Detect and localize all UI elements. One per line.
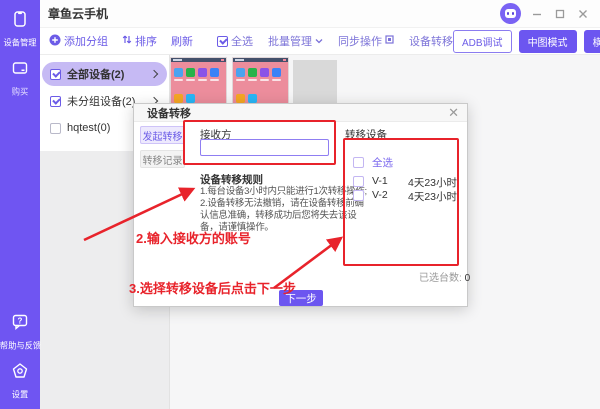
- next-step-button[interactable]: 下一步: [279, 290, 323, 306]
- sidebar-item-label: 购买: [12, 86, 29, 98]
- device-checkbox[interactable]: [353, 190, 364, 201]
- maximize-button[interactable]: [553, 7, 567, 21]
- device-remaining-time: 4天23小时: [408, 189, 457, 204]
- mid-image-mode-button[interactable]: 中图模式: [519, 30, 577, 53]
- sidebar-item-purchase[interactable]: 购买: [11, 59, 29, 98]
- sidebar-item-settings[interactable]: 设置: [11, 362, 29, 401]
- tab-transfer-records[interactable]: 转移记录: [140, 150, 185, 168]
- device-list-row[interactable]: V-2: [353, 189, 388, 201]
- select-all-toggle[interactable]: 全选: [217, 33, 253, 49]
- plus-circle-icon: [49, 34, 61, 49]
- rules-title: 设备转移规则: [200, 172, 263, 187]
- device-checkbox[interactable]: [353, 176, 364, 187]
- group-checkbox[interactable]: [50, 69, 61, 80]
- sidebar: 设备管理 购买 ? 帮助与反馈 设置: [0, 0, 40, 409]
- sidebar-item-device-management[interactable]: 设备管理: [2, 10, 38, 49]
- tab-initiate-transfer[interactable]: 发起转移: [140, 126, 185, 144]
- dialog-title: 设备转移: [147, 105, 191, 121]
- question-bubble-icon: ?: [11, 313, 29, 336]
- device-transfer-button[interactable]: 设备转移: [409, 33, 453, 49]
- sort-button[interactable]: 排序: [122, 33, 157, 49]
- device-list-select-all[interactable]: 全选: [353, 155, 393, 170]
- chevron-right-icon: [150, 70, 158, 78]
- dialog-header: 设备转移 ✕: [134, 104, 467, 122]
- settings-icon: [11, 362, 29, 385]
- refresh-button[interactable]: 刷新: [171, 33, 193, 49]
- sidebar-item-label: 设备管理: [3, 37, 36, 49]
- batch-manage-menu[interactable]: 批量管理: [268, 33, 323, 49]
- minimize-button[interactable]: [530, 7, 544, 21]
- add-group-button[interactable]: 添加分组: [49, 33, 108, 49]
- group-checkbox[interactable]: [50, 123, 61, 134]
- sort-icon: [122, 34, 132, 48]
- receiver-input[interactable]: [200, 139, 329, 156]
- screen-icon: [385, 35, 394, 47]
- toolbar: 添加分组 排序 刷新 全选 批量管理: [40, 28, 600, 55]
- select-all-checkbox[interactable]: [353, 157, 364, 168]
- close-button[interactable]: [576, 7, 590, 21]
- chevron-down-icon: [315, 35, 323, 47]
- rules-text: 1.每台设备3小时内只能进行1次转移操作; 2.设备转移无法撤销，请在设备转移前…: [200, 186, 348, 234]
- shopping-card-icon: [11, 59, 29, 82]
- sidebar-item-help-feedback[interactable]: ? 帮助与反馈: [0, 313, 43, 352]
- group-row-all-devices[interactable]: 全部设备(2): [42, 62, 167, 86]
- select-all-checkbox[interactable]: [217, 36, 228, 47]
- device-list-row[interactable]: V-1: [353, 175, 388, 187]
- sidebar-item-label: 帮助与反馈: [0, 340, 41, 352]
- group-checkbox[interactable]: [50, 96, 61, 107]
- device-transfer-dialog: 设备转移 ✕ 发起转移 转移记录 接收方 设备转移规则 1.每台设备3小时内只能…: [133, 103, 468, 307]
- app-window: 设备管理 购买 ? 帮助与反馈 设置 章鱼云手机: [0, 0, 600, 409]
- transfer-devices-label: 转移设备: [345, 127, 387, 142]
- selected-count: 已选台数: 0: [419, 269, 470, 284]
- device-remaining-time: 4天23小时: [408, 175, 457, 190]
- dialog-close-icon[interactable]: ✕: [448, 106, 459, 119]
- sidebar-item-label: 设置: [12, 389, 29, 401]
- svg-text:?: ?: [18, 317, 23, 326]
- adb-debug-button[interactable]: ADB调试: [453, 30, 512, 53]
- orientation-toggle-button[interactable]: 横竖屏切换: [584, 30, 600, 53]
- support-robot-icon[interactable]: [500, 3, 521, 24]
- titlebar: 章鱼云手机: [40, 0, 600, 28]
- phone-icon: [11, 10, 29, 33]
- app-title: 章鱼云手机: [48, 5, 108, 22]
- sync-operations-button[interactable]: 同步操作: [338, 33, 394, 49]
